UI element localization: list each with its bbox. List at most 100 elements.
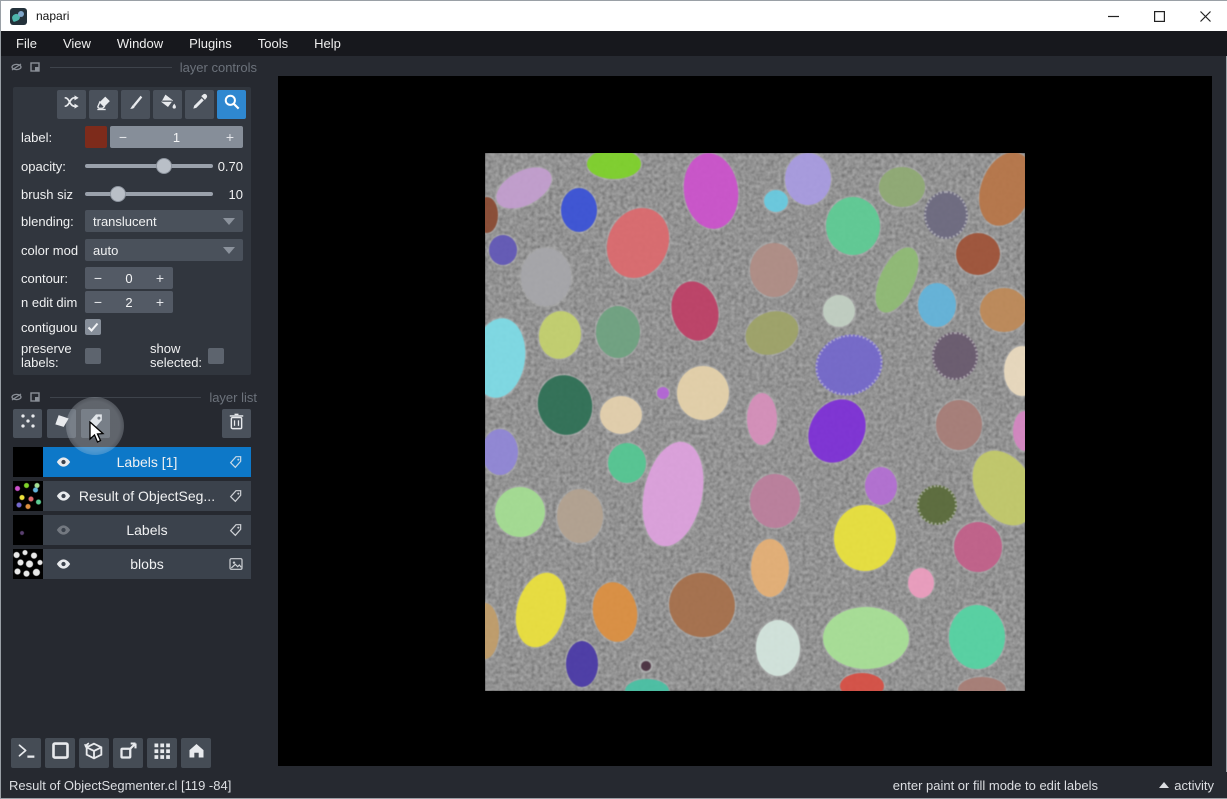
- tag-icon: [228, 454, 244, 475]
- n-edit-dim-increment-button[interactable]: +: [147, 294, 173, 310]
- label-blob: [823, 295, 855, 327]
- n-edit-dim-decrement-button[interactable]: −: [85, 294, 111, 310]
- layer-visibility-eye-icon[interactable]: [55, 556, 72, 577]
- paintbrush-button[interactable]: [121, 90, 150, 119]
- float-dock-icon[interactable]: [30, 62, 40, 72]
- viewer-buttons: [11, 738, 211, 768]
- zoom-pan-icon: [222, 92, 242, 117]
- brush-size-value: 10: [228, 186, 243, 202]
- eraser-button[interactable]: [89, 90, 118, 119]
- preserve-labels-checkbox[interactable]: [85, 348, 101, 364]
- status-bar: Result of ObjectSegmenter.cl [119 -84] e…: [1, 772, 1227, 798]
- activity-label: activity: [1174, 777, 1214, 793]
- color-mode-dropdown[interactable]: auto: [85, 239, 243, 261]
- show-selected-row-label: show selected:: [150, 342, 203, 370]
- status-coordinates: Result of ObjectSegmenter.cl [119 -84]: [9, 777, 232, 793]
- n-edit-dim-row-label: n edit dim: [21, 294, 78, 310]
- layer-visibility-eye-icon[interactable]: [55, 522, 72, 543]
- roll-dimensions-button[interactable]: [79, 738, 109, 768]
- layer-thumbnail: [13, 447, 43, 477]
- contour-value[interactable]: 0: [111, 271, 147, 286]
- label-blob: [956, 233, 1000, 275]
- zoom-pan-button[interactable]: [217, 90, 246, 119]
- menu-help[interactable]: Help: [301, 31, 354, 56]
- contiguous-checkbox[interactable]: [85, 319, 101, 335]
- shuffle-colors-button[interactable]: [57, 90, 86, 119]
- opacity-slider-handle[interactable]: [156, 158, 173, 174]
- minimize-button[interactable]: [1090, 1, 1136, 31]
- preserve-labels-row-label: preserve labels:: [21, 342, 72, 370]
- hide-dock-icon[interactable]: [11, 63, 22, 71]
- layer-row-labels[interactable]: Labels: [13, 515, 251, 545]
- new-points-layer-button[interactable]: [13, 409, 42, 438]
- label-blob: [918, 283, 956, 327]
- label-blob: [557, 489, 603, 543]
- opacity-value: 0.70: [217, 158, 243, 174]
- new-shapes-layer-icon: [52, 411, 72, 436]
- delete-layer-button[interactable]: [222, 409, 251, 438]
- selected-label-color-swatch[interactable]: [85, 126, 107, 148]
- close-button[interactable]: [1182, 1, 1227, 31]
- label-blob: [495, 487, 545, 537]
- label-blob: [751, 539, 789, 597]
- opacity-slider[interactable]: [85, 158, 213, 174]
- show-selected-checkbox[interactable]: [208, 348, 224, 364]
- fill-bucket-button[interactable]: [153, 90, 182, 119]
- label-blob: [785, 153, 831, 205]
- menu-window[interactable]: Window: [104, 31, 176, 56]
- contour-decrement-button[interactable]: −: [85, 270, 111, 286]
- title-bar: napari: [1, 1, 1227, 31]
- hide-dock-icon[interactable]: [11, 393, 22, 401]
- console-button[interactable]: [11, 738, 41, 768]
- brush-size-slider[interactable]: [85, 186, 213, 202]
- layer-row-result-of-objectseg[interactable]: Result of ObjectSeg...: [13, 481, 251, 511]
- n-edit-dim-spinbox[interactable]: − 2 +: [85, 291, 173, 313]
- home-reset-view-button[interactable]: [181, 738, 211, 768]
- maximize-button[interactable]: [1136, 1, 1182, 31]
- trash-icon: [227, 412, 246, 436]
- grid-view-icon: [152, 741, 172, 766]
- n-edit-dim-value[interactable]: 2: [111, 295, 147, 310]
- layer-visibility-eye-icon[interactable]: [55, 488, 72, 509]
- label-blob: [750, 474, 800, 528]
- check-icon: [87, 322, 99, 332]
- label-blob: [834, 505, 896, 571]
- napari-window: { "titlebar": { "app_title": "napari" },…: [0, 0, 1227, 799]
- dock-divider: [50, 66, 172, 68]
- label-spinbox[interactable]: − 1 +: [110, 126, 243, 148]
- label-decrement-button[interactable]: −: [110, 129, 136, 145]
- label-blob: [677, 366, 729, 420]
- new-labels-layer-button[interactable]: [81, 409, 110, 438]
- new-labels-layer-icon: [86, 411, 106, 436]
- layer-visibility-eye-icon[interactable]: [55, 454, 72, 475]
- label-blob: [924, 191, 968, 239]
- menu-file[interactable]: File: [3, 31, 50, 56]
- viewer-canvas[interactable]: [278, 76, 1212, 766]
- roll-dimensions-icon: [83, 740, 105, 767]
- window-title: napari: [36, 9, 70, 23]
- new-shapes-layer-button[interactable]: [47, 409, 76, 438]
- blending-row-label: blending:: [21, 213, 74, 229]
- label-value[interactable]: 1: [136, 130, 217, 145]
- color-picker-button[interactable]: [185, 90, 214, 119]
- layer-controls-header: layer controls: [11, 59, 261, 75]
- label-increment-button[interactable]: +: [217, 129, 243, 145]
- contour-spinbox[interactable]: − 0 +: [85, 267, 173, 289]
- brush-size-slider-handle[interactable]: [110, 186, 127, 202]
- menu-tools[interactable]: Tools: [245, 31, 301, 56]
- menu-view[interactable]: View: [50, 31, 104, 56]
- contour-increment-button[interactable]: +: [147, 270, 173, 286]
- blending-value: translucent: [93, 213, 157, 229]
- grid-view-button[interactable]: [147, 738, 177, 768]
- ndisplay-2d-button[interactable]: [45, 738, 75, 768]
- blending-dropdown[interactable]: translucent: [85, 210, 243, 232]
- transpose-button[interactable]: [113, 738, 143, 768]
- layer-row-labels-1[interactable]: Labels [1]: [13, 447, 251, 477]
- label-blob: [954, 522, 1002, 572]
- tag-icon: [228, 522, 244, 543]
- label-blob: [908, 568, 934, 598]
- menu-plugins[interactable]: Plugins: [176, 31, 245, 56]
- layer-row-blobs[interactable]: blobs: [13, 549, 251, 579]
- activity-toggle[interactable]: activity: [1159, 778, 1214, 793]
- float-dock-icon[interactable]: [30, 392, 40, 402]
